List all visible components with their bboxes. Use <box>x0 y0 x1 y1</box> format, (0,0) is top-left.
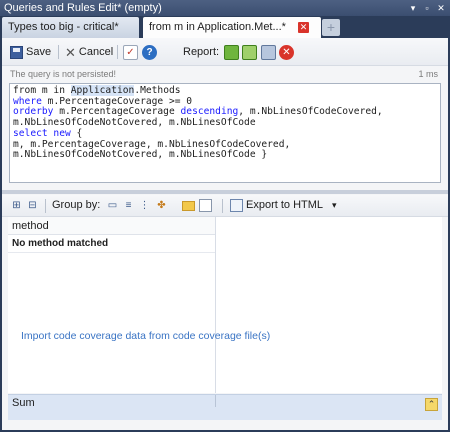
report-label: Report: <box>183 46 220 58</box>
tab-types-too-big[interactable]: Types too big - critical* <box>2 17 139 38</box>
code-text: , m.NbLinesOfCodeCovered, <box>238 106 383 118</box>
report-chart-icon <box>224 44 239 60</box>
window-title-bar: Queries and Rules Edit* (empty) ▾ ▫ ✕ <box>0 0 450 16</box>
code-highlight: Application <box>70 85 135 96</box>
window-title: Queries and Rules Edit* (empty) <box>4 2 162 14</box>
report-document-icon <box>261 44 276 60</box>
code-text: m.PercentageCoverage >= 0 <box>41 95 193 107</box>
expand-all-icon[interactable]: ⊞ <box>10 199 23 212</box>
code-keyword: where <box>13 95 42 107</box>
report-option-3-button[interactable] <box>261 44 276 60</box>
code-text: .Methods <box>134 85 181 96</box>
panel-splitter[interactable] <box>2 190 448 194</box>
remove-icon: ✕ <box>279 44 294 60</box>
toolbar-separator <box>45 199 46 213</box>
code-keyword: descending <box>180 106 239 118</box>
save-icon <box>10 45 23 59</box>
code-text: m.NbLinesOfCodeNotCovered, m.NbLinesOfCo… <box>13 149 268 161</box>
folder-icon[interactable] <box>182 201 195 211</box>
report-option-2-button[interactable] <box>242 44 257 60</box>
report-check-icon <box>242 44 257 60</box>
column-divider <box>215 395 216 407</box>
dropdown-icon[interactable]: ▾ <box>408 3 418 13</box>
empty-result-row: No method matched <box>8 235 215 253</box>
results-grid: method No method matched Import code cov… <box>8 217 442 393</box>
query-duration: 1 ms <box>418 69 438 79</box>
queries-rules-window: Queries and Rules Edit* (empty) ▾ ▫ ✕ Ty… <box>0 0 450 432</box>
report-label-wrap: Report: <box>183 44 219 60</box>
code-keyword: select new <box>13 127 71 139</box>
group-assembly-icon[interactable]: ▭ <box>106 199 119 212</box>
tab-current-query[interactable]: from m in Application.Met...* ✕ <box>143 17 321 38</box>
toolbar-separator <box>222 199 223 213</box>
column-header-method[interactable]: method <box>8 217 215 235</box>
export-html-button[interactable]: Export to HTML <box>246 199 323 212</box>
report-option-1-button[interactable] <box>224 44 239 60</box>
code-text: { <box>70 127 83 139</box>
status-message: The query is not persisted! <box>10 69 117 79</box>
collapse-all-icon[interactable]: ⊟ <box>26 199 39 212</box>
code-keyword: orderby <box>13 106 54 118</box>
toolbar-separator <box>58 45 59 59</box>
toolbar-separator <box>117 45 118 59</box>
check-button[interactable]: ✓ <box>123 44 138 60</box>
code-text: m, m.PercentageCoverage, m.NbLinesOfCode… <box>13 138 291 150</box>
sum-label: Sum <box>12 397 35 409</box>
group-namespace-icon[interactable]: ≡ <box>122 199 135 212</box>
tab-label: from m in Application.Met...* <box>149 21 286 33</box>
code-text: m.PercentageCoverage <box>53 106 181 118</box>
checklist-icon: ✓ <box>123 44 138 60</box>
cancel-label: Cancel <box>78 46 114 58</box>
close-icon[interactable]: ✕ <box>436 3 446 13</box>
help-icon: ? <box>142 44 157 60</box>
save-label: Save <box>26 46 52 58</box>
query-editor-panel: Save ✕ Cancel ✓ ? Report: ✕ The query is… <box>2 38 448 430</box>
query-editor[interactable]: from m in Application.Methods where m.Pe… <box>9 83 441 183</box>
group-method-icon[interactable]: ✤ <box>155 199 168 212</box>
column-divider <box>215 217 216 393</box>
collapse-sum-button[interactable]: ⌃ <box>425 398 438 411</box>
window-controls: ▾ ▫ ✕ <box>408 0 446 16</box>
code-text: from m in <box>13 85 71 96</box>
export-html-icon <box>230 199 243 212</box>
group-type-icon[interactable]: ⋮ <box>138 199 151 212</box>
cancel-button[interactable]: ✕ Cancel <box>65 44 113 60</box>
help-button[interactable]: ? <box>142 44 157 60</box>
cancel-icon: ✕ <box>65 44 76 60</box>
import-coverage-link[interactable]: Import code coverage data from code cove… <box>21 330 270 342</box>
report-remove-button[interactable]: ✕ <box>279 44 294 60</box>
file-icon[interactable] <box>199 199 212 212</box>
save-button[interactable]: Save <box>10 44 51 60</box>
new-tab-button[interactable]: + <box>322 19 340 36</box>
code-text: m.NbLinesOfCodeNotCovered, m.NbLinesOfCo… <box>13 117 256 129</box>
results-toolbar: ⊞ ⊟ Group by: ▭ ≡ ⋮ ✤ Export to HTML ▾ <box>2 195 448 217</box>
sum-bar: Sum ⌃ <box>8 394 442 420</box>
tab-strip: Types too big - critical* from m in Appl… <box>0 16 450 38</box>
status-row: The query is not persisted! 1 ms <box>2 66 448 82</box>
tab-label: Types too big - critical* <box>8 21 119 33</box>
export-dropdown-arrow[interactable]: ▾ <box>332 199 337 212</box>
group-by-label: Group by: <box>52 199 101 211</box>
query-toolbar: Save ✕ Cancel ✓ ? Report: ✕ <box>2 38 448 66</box>
tab-close-icon[interactable]: ✕ <box>298 22 309 33</box>
restore-icon[interactable]: ▫ <box>422 3 432 13</box>
